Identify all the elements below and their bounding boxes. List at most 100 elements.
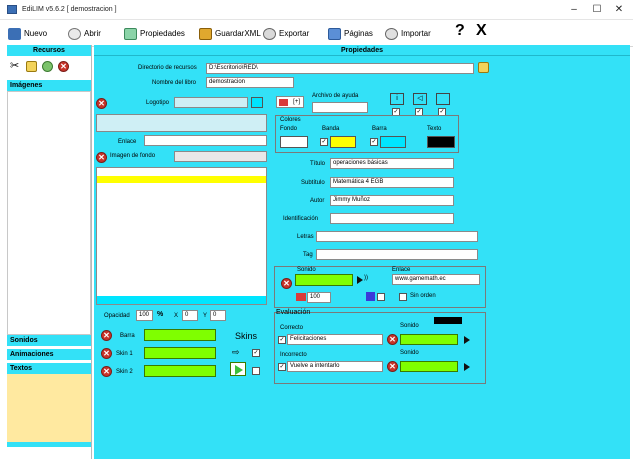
clear-background-icon[interactable]: ✕ (96, 152, 107, 163)
barra-color-swatch[interactable] (380, 136, 406, 148)
nombre-input[interactable]: demostracion (206, 77, 294, 88)
skin2-label: Skin 2 (116, 369, 133, 375)
clear-sonido-correcto-icon[interactable]: ✕ (387, 334, 398, 345)
play-sound-icon[interactable] (357, 276, 363, 284)
texto-color-swatch[interactable] (427, 136, 455, 148)
correcto-checkbox[interactable]: ✓ (278, 336, 286, 344)
opacidad-input[interactable]: 100 (136, 310, 153, 321)
enlace-input[interactable] (144, 135, 267, 146)
sin-orden-label: Sin orden (410, 293, 436, 299)
skin1-input[interactable] (144, 347, 216, 359)
frame-icon[interactable] (436, 93, 450, 105)
clear-logo-icon[interactable]: ✕ (96, 98, 107, 109)
sonido-label: Sonido (297, 267, 316, 273)
abrir-button[interactable]: Abrir (68, 26, 101, 41)
sonido-correcto-input[interactable] (400, 334, 458, 345)
clear-sonido-icon[interactable]: ✕ (281, 278, 292, 289)
fondo-color-swatch[interactable] (280, 136, 308, 148)
exportar-button[interactable]: Exportar (263, 26, 309, 41)
logotipo-input[interactable] (174, 97, 248, 108)
clear-barra-icon[interactable]: ✕ (101, 330, 112, 341)
add-help-button[interactable]: [+] (276, 96, 304, 108)
barra-checkbox[interactable]: ✓ (370, 138, 378, 146)
sidebar-item-textos[interactable]: Textos (7, 363, 91, 374)
refresh-icon[interactable] (42, 61, 53, 72)
fondo-label: Fondo (280, 126, 298, 132)
titulo-input[interactable]: operaciones básicas (330, 158, 454, 169)
open-icon (68, 27, 81, 40)
skin-arrow-icon[interactable]: ⇨ (232, 347, 240, 358)
sin-orden-checkbox[interactable] (399, 293, 407, 301)
close-button[interactable]: ✕ (610, 3, 628, 17)
play-correcto-icon[interactable] (464, 336, 470, 344)
letras-input[interactable] (316, 231, 478, 242)
sidebar-item-animaciones[interactable]: Animaciones (7, 349, 91, 360)
book-icon (279, 99, 288, 106)
letras-label: Letras (297, 234, 314, 240)
sidebar-item-sonidos[interactable]: Sonidos (7, 335, 91, 346)
autor-input[interactable]: Jimmy Muñoz (330, 195, 454, 206)
maximize-button[interactable]: ☐ (588, 3, 606, 17)
y-input[interactable]: 0 (210, 310, 226, 321)
evaluacion-color-swatch[interactable] (434, 317, 462, 324)
minimize-button[interactable]: – (565, 3, 583, 17)
x-input[interactable]: 0 (182, 310, 198, 321)
play-incorrecto-icon[interactable] (464, 363, 470, 371)
nuevo-button[interactable]: Nuevo (8, 26, 47, 41)
shuffle-icon (366, 292, 375, 301)
sonido-incorrecto-input[interactable] (400, 361, 458, 372)
logo-color-swatch[interactable] (251, 97, 263, 108)
identificacion-input[interactable] (330, 213, 454, 224)
skin-play-button[interactable] (230, 362, 246, 376)
guardarxml-button[interactable]: GuardarXML (199, 26, 261, 41)
barra-input[interactable] (144, 329, 216, 341)
recursos-header: Recursos (7, 45, 91, 56)
subtitulo-input[interactable]: Matemática 4 EGB (330, 177, 454, 188)
volumen-input[interactable]: 100 (307, 292, 331, 303)
correcto-input[interactable]: Felicitaciones (287, 334, 383, 345)
new-book-icon (8, 27, 21, 40)
images-list[interactable] (7, 91, 91, 335)
tag-input[interactable] (316, 249, 478, 260)
archivo-ayuda-input[interactable] (312, 102, 368, 113)
skin2-checkbox[interactable] (252, 367, 260, 375)
colores-label: Colores (280, 117, 301, 123)
panel-header: Propiedades (94, 45, 630, 56)
clear-skin1-icon[interactable]: ✕ (101, 348, 112, 359)
exit-button[interactable]: X (476, 22, 487, 39)
importar-button[interactable]: Importar (385, 26, 431, 41)
banda-checkbox[interactable]: ✓ (320, 138, 328, 146)
enlace2-input[interactable]: www.gamemath.ec (392, 274, 480, 285)
banda-color-swatch[interactable] (330, 136, 356, 148)
back-icon[interactable]: ◁ (413, 93, 427, 105)
edit-folder-icon[interactable] (26, 61, 37, 72)
delete-resource-icon[interactable]: ✕ (58, 61, 69, 72)
evaluacion-label: Evaluación (276, 309, 311, 316)
propiedades-button[interactable]: Propiedades (124, 26, 185, 41)
sidebar-item-imagenes[interactable]: Imágenes (7, 80, 91, 91)
banda-preview (97, 176, 266, 183)
sonido-input[interactable] (295, 274, 353, 286)
logotipo-label: Logotipo (146, 100, 170, 106)
incorrecto-checkbox[interactable]: ✓ (278, 363, 286, 371)
imagen-fondo-input[interactable] (174, 151, 267, 162)
textos-list[interactable] (7, 374, 91, 442)
info-icon[interactable]: i (390, 93, 404, 105)
skins-label: Skins (235, 331, 258, 341)
banda-label: Banda (322, 126, 340, 132)
nuevo-label: Nuevo (24, 29, 48, 38)
incorrecto-input[interactable]: Vuelve a intentarlo (287, 361, 383, 372)
browse-folder-icon[interactable] (478, 62, 489, 73)
barra-label: Barra (120, 333, 135, 339)
tools-icon[interactable]: ✂ (10, 60, 22, 72)
clear-sonido-incorrecto-icon[interactable]: ✕ (387, 361, 398, 372)
logo-preview (96, 114, 267, 132)
skin2-input[interactable] (144, 365, 216, 377)
directorio-input[interactable]: D:\Escritorio\RED\ (206, 63, 474, 74)
shuffle-checkbox[interactable] (377, 293, 385, 301)
propiedades-label: Propiedades (140, 29, 185, 38)
paginas-button[interactable]: Páginas (328, 26, 373, 41)
skin1-checkbox[interactable]: ✓ (252, 349, 260, 357)
help-button[interactable]: ? (455, 22, 465, 39)
clear-skin2-icon[interactable]: ✕ (101, 366, 112, 377)
